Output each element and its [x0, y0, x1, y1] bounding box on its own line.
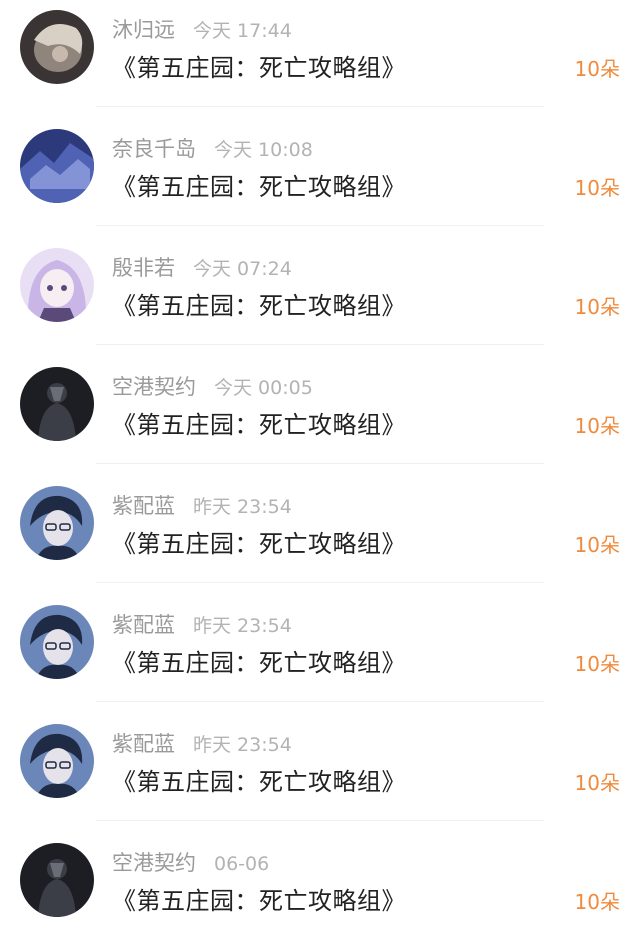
flower-count: 10朵	[574, 533, 620, 557]
avatar-dark-figure-icon	[20, 843, 94, 917]
gift-record-item[interactable]: 奈良千岛 今天 10:08 《第五庄园：死亡攻略组》 10朵	[0, 119, 640, 238]
avatar-dark-figure-icon	[20, 367, 94, 441]
user-name[interactable]: 紫配蓝	[112, 609, 175, 639]
user-name[interactable]: 沐归远	[112, 14, 175, 44]
gift-time: 今天 17:44	[193, 20, 292, 42]
gift-time: 昨天 23:54	[193, 496, 292, 518]
gift-record-item[interactable]: 空港契约 06-06 《第五庄园：死亡攻略组》 10朵	[0, 833, 640, 949]
gift-record-item[interactable]: 紫配蓝 昨天 23:54 《第五庄园：死亡攻略组》 10朵	[0, 595, 640, 714]
gift-time: 今天 10:08	[214, 139, 313, 161]
row-divider	[96, 701, 544, 702]
avatar-blue-illustration-icon	[20, 129, 94, 203]
row-divider	[96, 582, 544, 583]
avatar-white-haired-figure-icon	[20, 10, 94, 84]
flower-count: 10朵	[574, 57, 620, 81]
user-name[interactable]: 紫配蓝	[112, 490, 175, 520]
book-title: 《第五庄园：死亡攻略组》	[112, 54, 406, 82]
user-avatar[interactable]	[20, 843, 94, 917]
book-title: 《第五庄园：死亡攻略组》	[112, 530, 406, 558]
gift-time: 今天 07:24	[193, 258, 292, 280]
user-avatar[interactable]	[20, 724, 94, 798]
row-divider	[96, 820, 544, 821]
avatar-anime-boy-glasses-icon	[20, 724, 94, 798]
gift-record-item[interactable]: 紫配蓝 昨天 23:54 《第五庄园：死亡攻略组》 10朵	[0, 714, 640, 833]
user-avatar[interactable]	[20, 605, 94, 679]
user-avatar[interactable]	[20, 129, 94, 203]
gift-meta: 紫配蓝 昨天 23:54	[112, 728, 292, 756]
book-title: 《第五庄园：死亡攻略组》	[112, 411, 406, 439]
user-name[interactable]: 空港契约	[112, 847, 196, 877]
book-title: 《第五庄园：死亡攻略组》	[112, 173, 406, 201]
gift-meta: 紫配蓝 昨天 23:54	[112, 490, 292, 518]
gift-record-item[interactable]: 沐归远 今天 17:44 《第五庄园：死亡攻略组》 10朵	[0, 0, 640, 119]
book-title: 《第五庄园：死亡攻略组》	[112, 649, 406, 677]
flower-count: 10朵	[574, 652, 620, 676]
gift-record-item[interactable]: 紫配蓝 昨天 23:54 《第五庄园：死亡攻略组》 10朵	[0, 476, 640, 595]
user-avatar[interactable]	[20, 248, 94, 322]
user-name[interactable]: 殷非若	[112, 252, 175, 282]
user-avatar[interactable]	[20, 367, 94, 441]
gift-time: 昨天 23:54	[193, 734, 292, 756]
gift-meta: 空港契约 06-06	[112, 847, 269, 875]
user-avatar[interactable]	[20, 10, 94, 84]
gift-meta: 沐归远 今天 17:44	[112, 14, 292, 42]
gift-record-item[interactable]: 空港契约 今天 00:05 《第五庄园：死亡攻略组》 10朵	[0, 357, 640, 476]
flower-count: 10朵	[574, 890, 620, 914]
book-title: 《第五庄园：死亡攻略组》	[112, 887, 406, 915]
gift-meta: 殷非若 今天 07:24	[112, 252, 292, 280]
book-title: 《第五庄园：死亡攻略组》	[112, 292, 406, 320]
gift-record-item[interactable]: 殷非若 今天 07:24 《第五庄园：死亡攻略组》 10朵	[0, 238, 640, 357]
gift-time: 今天 00:05	[214, 377, 313, 399]
avatar-anime-boy-glasses-icon	[20, 605, 94, 679]
user-name[interactable]: 空港契约	[112, 371, 196, 401]
gift-time: 06-06	[214, 853, 270, 875]
flower-count: 10朵	[574, 771, 620, 795]
gift-meta: 空港契约 今天 00:05	[112, 371, 313, 399]
row-divider	[96, 463, 544, 464]
row-divider	[96, 225, 544, 226]
gift-meta: 紫配蓝 昨天 23:54	[112, 609, 292, 637]
avatar-anime-boy-glasses-icon	[20, 486, 94, 560]
user-name[interactable]: 奈良千岛	[112, 133, 196, 163]
book-title: 《第五庄园：死亡攻略组》	[112, 768, 406, 796]
user-avatar[interactable]	[20, 486, 94, 560]
row-divider	[96, 344, 544, 345]
flower-count: 10朵	[574, 176, 620, 200]
gift-meta: 奈良千岛 今天 10:08	[112, 133, 313, 161]
gift-record-list: 沐归远 今天 17:44 《第五庄园：死亡攻略组》 10朵 奈良千岛 今天 10…	[0, 0, 640, 949]
gift-time: 昨天 23:54	[193, 615, 292, 637]
row-divider	[96, 106, 544, 107]
avatar-anime-girl-lavender-icon	[20, 248, 94, 322]
flower-count: 10朵	[574, 295, 620, 319]
flower-count: 10朵	[574, 414, 620, 438]
user-name[interactable]: 紫配蓝	[112, 728, 175, 758]
